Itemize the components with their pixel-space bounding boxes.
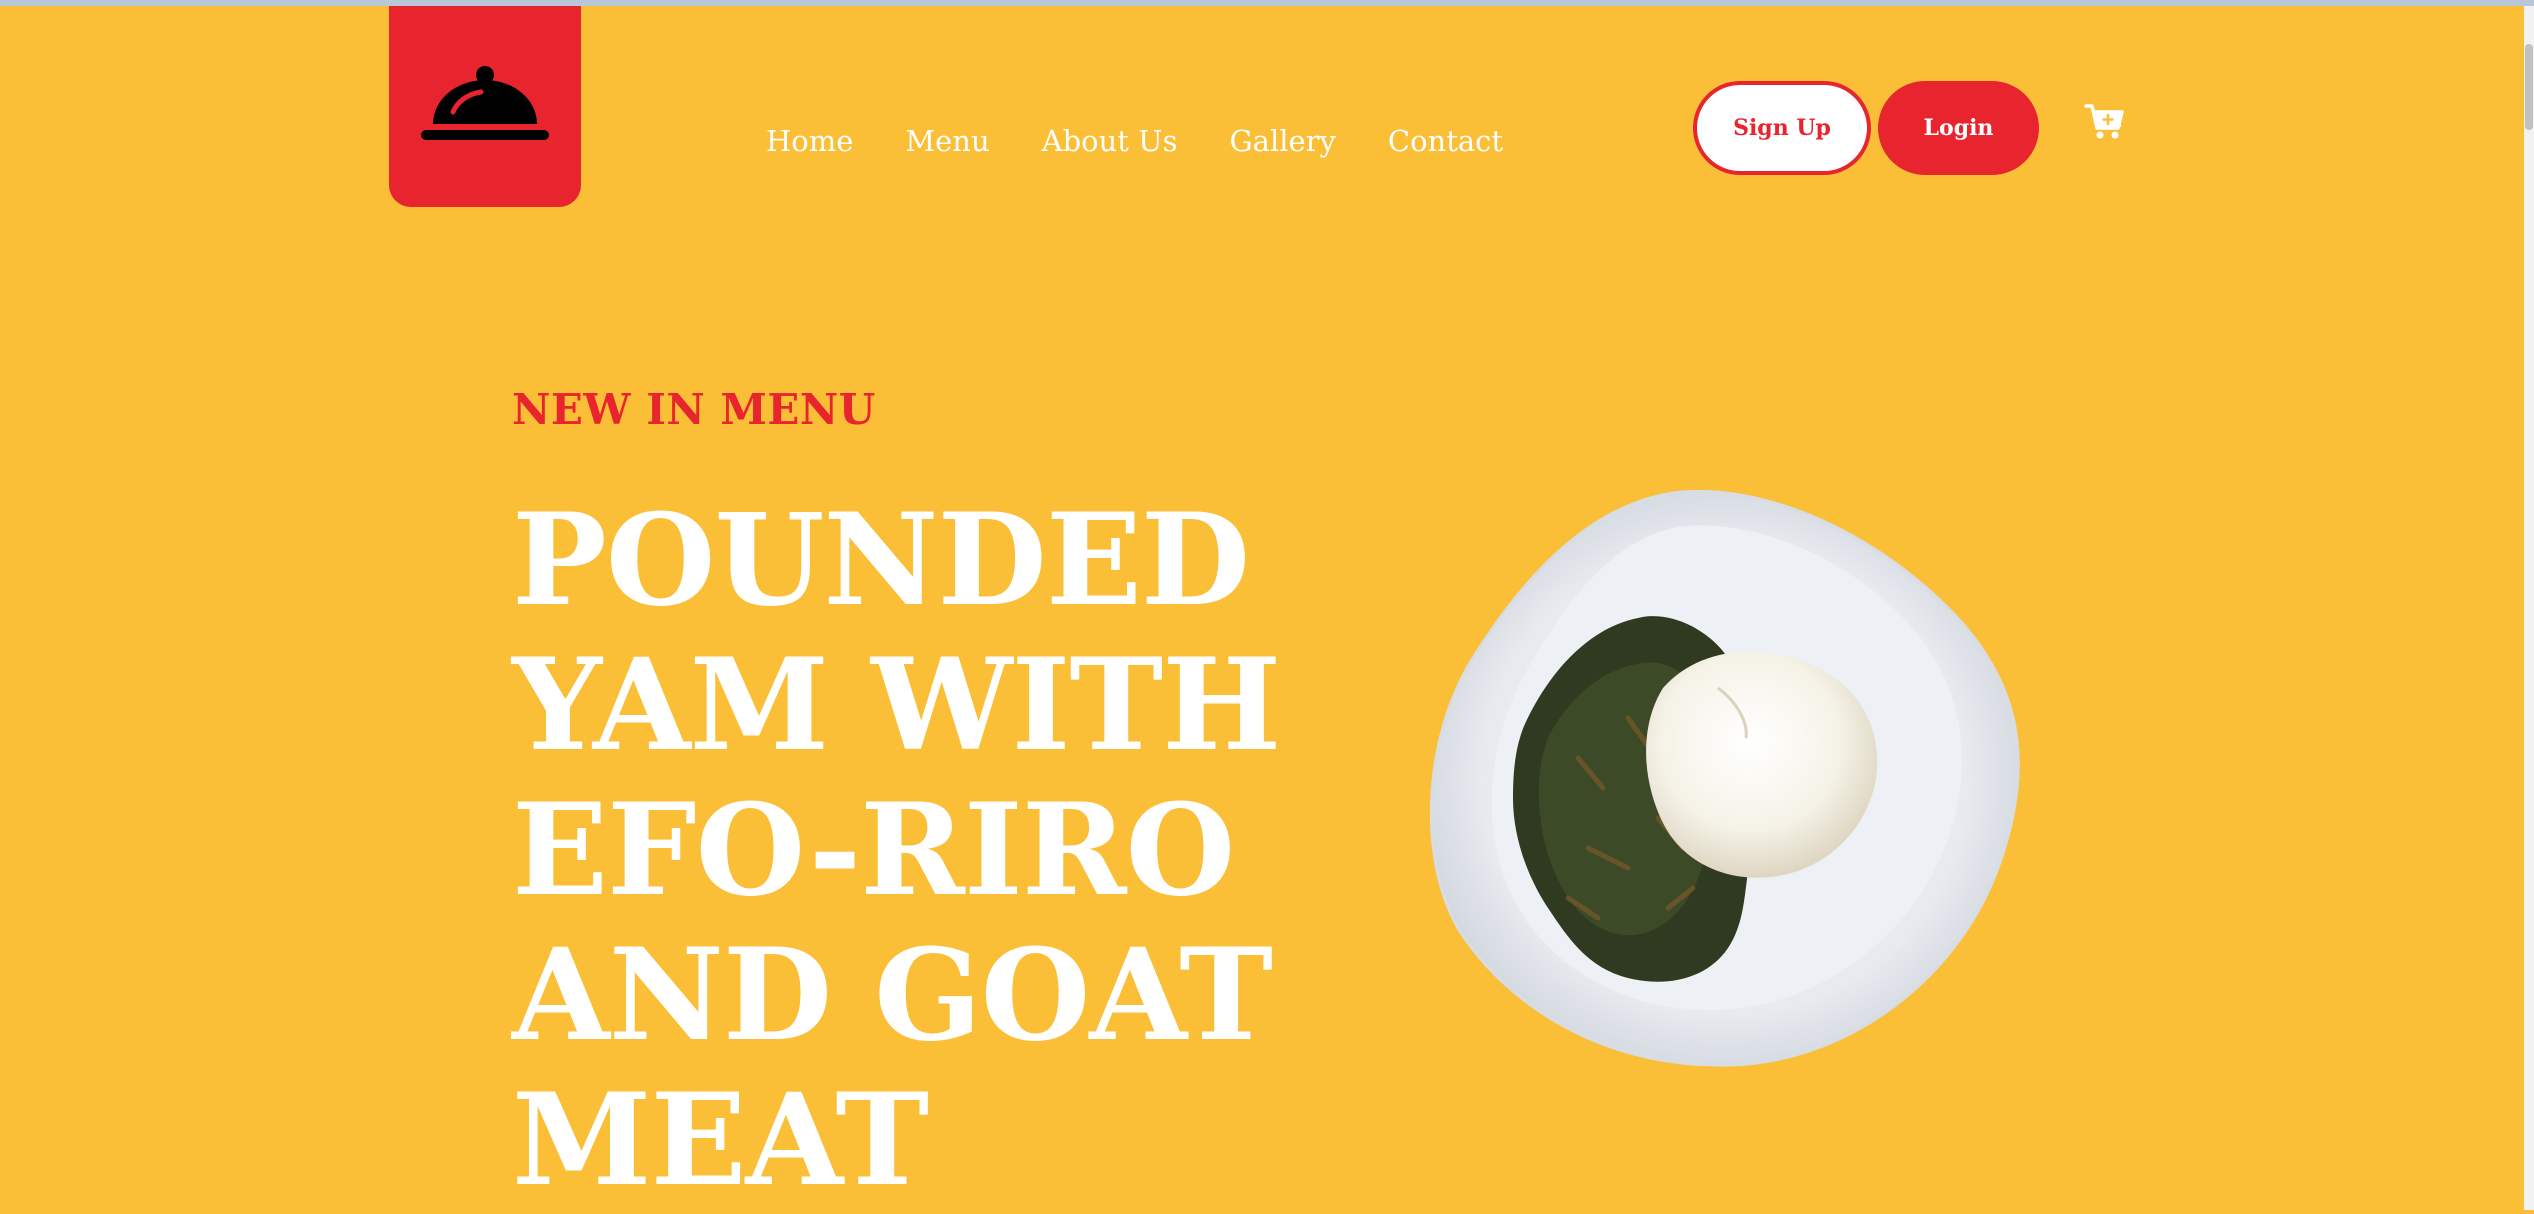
browser-top-edge xyxy=(0,0,2534,6)
login-button[interactable]: Login xyxy=(1878,81,2039,175)
hero-title-line: YAM WITH xyxy=(512,631,1281,779)
hero-title: POUNDED YAM WITH EFO-RIRO AND GOAT MEAT xyxy=(512,488,1332,1213)
dish-image xyxy=(1429,489,2020,1067)
main-nav: Home Menu About Us Gallery Contact xyxy=(766,124,1503,158)
cart-icon[interactable] xyxy=(2084,100,2126,142)
cloche-icon xyxy=(421,65,549,140)
nav-menu[interactable]: Menu xyxy=(905,124,989,158)
hero-title-line: MEAT xyxy=(512,1066,929,1214)
scrollbar-thumb[interactable] xyxy=(2525,44,2533,130)
nav-about-us[interactable]: About Us xyxy=(1042,124,1178,158)
hero-title-line: POUNDED xyxy=(512,486,1250,634)
site-logo[interactable] xyxy=(389,6,581,207)
hero-title-line: EFO-RIRO xyxy=(512,776,1235,924)
nav-gallery[interactable]: Gallery xyxy=(1229,124,1335,158)
nav-contact[interactable]: Contact xyxy=(1388,124,1503,158)
nav-home[interactable]: Home xyxy=(766,124,853,158)
hero-title-line: AND GOAT xyxy=(512,921,1273,1069)
sign-up-button[interactable]: Sign Up xyxy=(1693,81,1871,175)
hero-eyebrow: NEW IN MENU xyxy=(512,385,876,434)
scrollbar[interactable] xyxy=(2524,6,2534,1210)
